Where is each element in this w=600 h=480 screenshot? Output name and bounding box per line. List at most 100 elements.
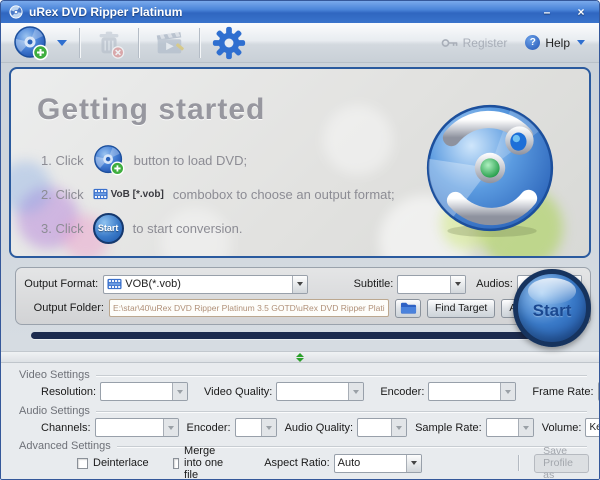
close-button[interactable]: × — [571, 4, 591, 20]
browse-folder-button[interactable] — [395, 298, 421, 318]
merge-field[interactable]: Merge into one file — [172, 445, 229, 479]
step-1: 1. Click button to load DVD; — [41, 143, 395, 177]
chevron-down-icon — [500, 383, 516, 400]
settings-button[interactable] — [200, 24, 258, 62]
panel-splitter[interactable] — [1, 351, 599, 363]
video-quality-combobox[interactable] — [276, 382, 365, 401]
save-profile-button[interactable]: Save Profile as — [534, 445, 589, 479]
window-controls: – × — [537, 4, 591, 20]
format-combo-illustration: VoB [*.vob] — [93, 188, 164, 200]
getting-started-steps: 1. Click button to load DVD; 2. Click Vo… — [41, 143, 395, 245]
frame-rate-label: Frame Rate: — [532, 385, 594, 398]
video-quality-field: Video Quality: — [204, 382, 365, 401]
deinterlace-checkbox[interactable] — [77, 457, 88, 469]
minimize-button[interactable]: – — [537, 4, 557, 20]
resolution-field: Resolution: — [41, 382, 189, 401]
step-2: 2. Click VoB [*.vob] combobox to choose … — [41, 177, 395, 211]
group-divider — [95, 410, 587, 412]
volume-combobox[interactable]: Keep origina — [585, 418, 599, 437]
clapperboard-icon — [156, 31, 184, 53]
video-encoder-label: Encoder: — [380, 385, 425, 398]
audios-label: Audios: — [476, 278, 513, 290]
audio-quality-combobox[interactable] — [357, 418, 408, 437]
step-3-prefix: 3. Click — [41, 220, 84, 236]
row-divider — [517, 455, 519, 471]
step-2-suffix: combobox to choose an output format; — [172, 186, 395, 202]
load-dvd-disc-icon — [14, 25, 49, 60]
step-1-suffix: button to load DVD; — [133, 152, 248, 168]
advanced-settings-label: Advanced Settings — [19, 440, 111, 452]
sample-rate-label: Sample Rate: — [415, 421, 482, 434]
output-folder-row: Output Folder: Find Target After Done — [24, 298, 582, 318]
output-format-value: VOB(*.vob) — [125, 278, 181, 290]
subtitle-label: Subtitle: — [353, 278, 394, 290]
chevron-down-icon — [172, 383, 188, 400]
help-button[interactable]: ? Help — [525, 35, 585, 50]
video-encoder-field: Encoder: — [380, 382, 517, 401]
deinterlace-label: Deinterlace — [93, 457, 149, 469]
start-conversion-button[interactable]: Start — [513, 269, 591, 347]
frame-rate-field: Frame Rate: — [532, 382, 599, 401]
advanced-settings-group: Advanced Settings — [19, 440, 587, 452]
load-dvd-button[interactable] — [1, 24, 79, 62]
step-2-combo-text: VoB [*.vob] — [110, 188, 164, 200]
gear-icon — [212, 26, 246, 59]
output-folder-input[interactable] — [109, 299, 389, 317]
video-settings-group: Video Settings — [19, 369, 587, 381]
key-icon — [441, 38, 458, 47]
audio-encoder-field: Encoder: — [187, 418, 277, 437]
chevron-down-icon — [517, 419, 533, 436]
remove-title-button[interactable] — [80, 24, 138, 62]
splitter-toggle-icon[interactable] — [296, 352, 304, 362]
chevron-down-icon[interactable] — [450, 275, 466, 293]
chevron-down-icon — [391, 419, 407, 436]
load-dvd-disc-icon — [93, 145, 124, 176]
progress-bar — [31, 332, 531, 339]
resolution-label: Resolution: — [41, 385, 97, 398]
merge-checkbox[interactable] — [172, 457, 180, 469]
step-2-prefix: 2. Click — [41, 186, 84, 202]
video-quality-label: Video Quality: — [204, 385, 273, 398]
deinterlace-field[interactable]: Deinterlace — [77, 457, 149, 469]
titlebar: uRex DVD Ripper Platinum – × — [1, 1, 599, 23]
main-area: Getting started 1. Click button to load … — [1, 63, 599, 351]
channels-label: Channels: — [41, 421, 91, 434]
load-dvd-dropdown-icon[interactable] — [57, 39, 67, 46]
audio-encoder-combobox[interactable] — [234, 418, 277, 437]
channels-combobox[interactable] — [94, 418, 179, 437]
step-1-prefix: 1. Click — [41, 152, 84, 168]
help-label: Help — [545, 35, 570, 50]
audio-settings-label: Audio Settings — [19, 405, 90, 417]
volume-field: Volume: Keep origina — [541, 418, 599, 437]
app-disc-icon — [9, 5, 23, 19]
app-window: uRex DVD Ripper Platinum – × Register ? … — [0, 0, 600, 480]
window-title: uRex DVD Ripper Platinum — [29, 5, 183, 19]
channels-field: Channels: — [41, 418, 179, 437]
sample-rate-field: Sample Rate: — [415, 418, 534, 437]
register-button[interactable]: Register — [441, 36, 507, 50]
audio-settings-group: Audio Settings — [19, 405, 587, 417]
subtitle-combobox[interactable] — [397, 274, 467, 294]
audio-quality-label: Audio Quality: — [284, 421, 354, 434]
start-button-label: Start — [532, 301, 572, 320]
aspect-ratio-label: Aspect Ratio: — [264, 457, 330, 469]
edit-video-button[interactable] — [139, 24, 199, 62]
chevron-down-icon — [348, 383, 364, 400]
audio-settings-row: Channels: Encoder: Audio Quality: Sample… — [41, 418, 599, 437]
chevron-down-icon[interactable] — [405, 454, 421, 472]
find-target-button[interactable]: Find Target — [427, 298, 496, 318]
video-encoder-combobox[interactable] — [428, 382, 517, 401]
output-format-combobox[interactable]: VOB(*.vob) — [103, 274, 308, 294]
film-icon — [93, 188, 108, 200]
sample-rate-combobox[interactable] — [485, 418, 534, 437]
resolution-combobox[interactable] — [100, 382, 189, 401]
aspect-ratio-combobox[interactable]: Auto — [333, 453, 422, 473]
toolbar-right: Register ? Help — [441, 35, 599, 50]
help-dropdown-icon — [577, 40, 585, 45]
video-settings-label: Video Settings — [19, 369, 90, 381]
chevron-down-icon[interactable] — [291, 275, 307, 293]
volume-label: Volume: — [541, 421, 582, 434]
audio-encoder-label: Encoder: — [186, 421, 231, 434]
getting-started-banner: Getting started 1. Click button to load … — [9, 67, 591, 258]
getting-started-title: Getting started — [37, 93, 266, 126]
